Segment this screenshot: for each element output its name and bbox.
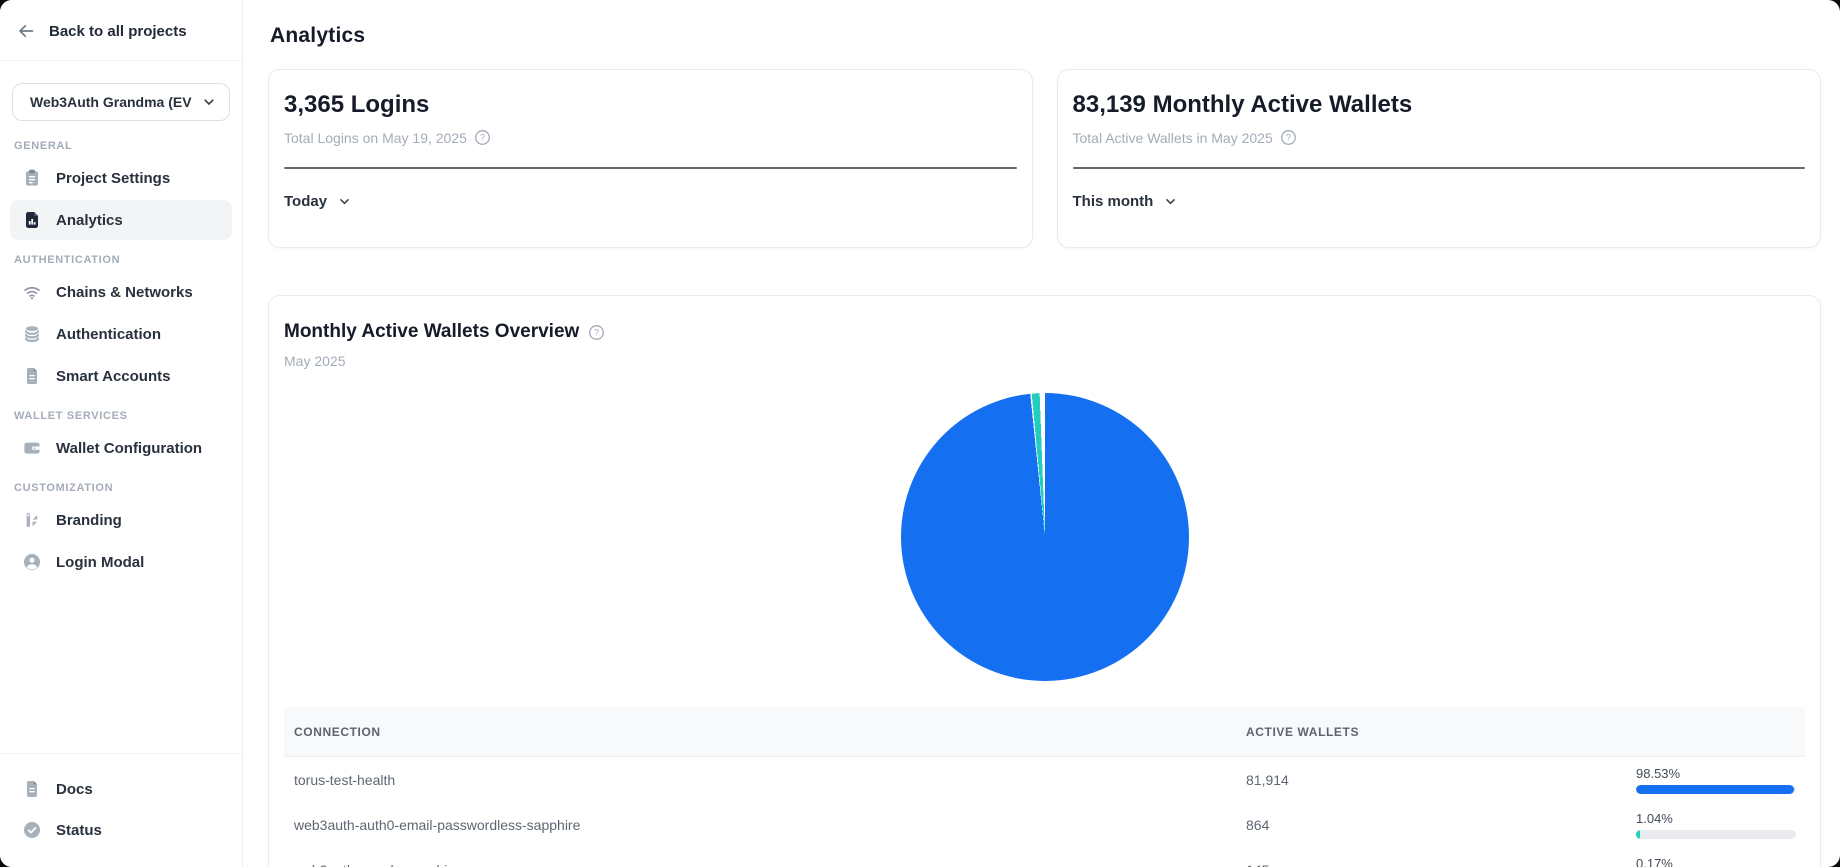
pie-chart <box>901 393 1189 681</box>
sidebar-item-label: Wallet Configuration <box>56 440 202 457</box>
database-icon <box>22 324 42 344</box>
table-row: web3auth-auth0-email-passwordless-sapphi… <box>284 802 1805 847</box>
sidebar-item-label: Docs <box>56 781 93 798</box>
sidebar-item-label: Smart Accounts <box>56 368 170 385</box>
back-arrow-icon <box>16 21 36 41</box>
app-window: Back to all projects Web3Auth Grandma (E… <box>0 0 1840 867</box>
sidebar-item-label: Analytics <box>56 212 123 229</box>
page-title: Analytics <box>270 24 1821 48</box>
wifi-icon <box>22 282 42 302</box>
stat-subtitle: Total Logins on May 19, 2025 <box>284 130 467 146</box>
range-label: Today <box>284 193 327 210</box>
user-circle-icon <box>22 552 42 572</box>
percent-label: 98.53% <box>1636 766 1805 781</box>
percent-label: 0.17% <box>1636 856 1805 867</box>
sidebar-item-branding[interactable]: Branding <box>10 500 232 540</box>
stat-title: 83,139 Monthly Active Wallets <box>1073 91 1806 119</box>
chevron-down-icon <box>1164 195 1177 208</box>
sidebar-item-chains-networks[interactable]: Chains & Networks <box>10 272 232 312</box>
percent-bar-track <box>1636 830 1796 839</box>
help-icon[interactable]: ? <box>1280 129 1297 146</box>
chevron-down-icon <box>338 195 351 208</box>
table-header-active-wallets: ACTIVE WALLETS <box>1236 725 1636 739</box>
svg-text:?: ? <box>480 133 485 143</box>
back-label: Back to all projects <box>49 23 187 40</box>
sidebar-item-label: Project Settings <box>56 170 170 187</box>
table-header-row: CONNECTION ACTIVE WALLETS <box>284 707 1805 757</box>
sidebar-item-label: Chains & Networks <box>56 284 193 301</box>
stat-card-monthly-active-wallets: 83,139 Monthly Active Wallets Total Acti… <box>1057 69 1822 248</box>
range-label: This month <box>1073 193 1154 210</box>
section-label-wallet-services: WALLET SERVICES <box>0 397 242 427</box>
table-row: torus-test-health 81,914 98.53% <box>284 757 1805 802</box>
sidebar: Back to all projects Web3Auth Grandma (E… <box>0 0 243 867</box>
percent-label: 1.04% <box>1636 811 1805 826</box>
sidebar-item-authentication[interactable]: Authentication <box>10 314 232 354</box>
sidebar-item-docs[interactable]: Docs <box>10 769 232 809</box>
connection-cell: web3auth-google-sapphire <box>284 862 1236 867</box>
active-wallets-cell: 81,914 <box>1236 772 1636 788</box>
stat-card-logins: 3,365 Logins Total Logins on May 19, 202… <box>268 69 1033 248</box>
sidebar-footer: Docs Status <box>0 753 242 867</box>
sidebar-item-login-modal[interactable]: Login Modal <box>10 542 232 582</box>
overview-subtitle: May 2025 <box>284 353 1805 369</box>
stat-title: 3,365 Logins <box>284 91 1017 119</box>
main-content: Analytics 3,365 Logins Total Logins on M… <box>243 0 1840 867</box>
stat-divider <box>1073 167 1806 169</box>
percent-bar-fill <box>1636 785 1794 794</box>
active-wallets-cell: 864 <box>1236 817 1636 833</box>
back-to-projects-link[interactable]: Back to all projects <box>0 0 242 61</box>
sidebar-item-analytics[interactable]: Analytics <box>10 200 232 240</box>
project-selector-value: Web3Auth Grandma (EV <box>30 94 192 110</box>
table-header-connection: CONNECTION <box>284 725 1236 739</box>
sidebar-item-smart-accounts[interactable]: Smart Accounts <box>10 356 232 396</box>
overview-card: Monthly Active Wallets Overview ? May 20… <box>268 295 1821 867</box>
branding-icon <box>22 510 42 530</box>
file-icon <box>22 366 42 386</box>
clipboard-icon <box>22 168 42 188</box>
overview-title: Monthly Active Wallets Overview <box>284 321 579 343</box>
sidebar-item-label: Authentication <box>56 326 161 343</box>
help-icon[interactable]: ? <box>474 129 491 146</box>
sidebar-item-status[interactable]: Status <box>10 810 232 850</box>
sidebar-item-project-settings[interactable]: Project Settings <box>10 158 232 198</box>
svg-text:?: ? <box>1286 133 1291 143</box>
help-icon[interactable]: ? <box>588 324 605 341</box>
stat-divider <box>284 167 1017 169</box>
chevron-down-icon <box>202 95 216 109</box>
wallet-icon <box>22 438 42 458</box>
check-circle-icon <box>22 820 42 840</box>
sidebar-item-wallet-configuration[interactable]: Wallet Configuration <box>10 428 232 468</box>
wallets-table: CONNECTION ACTIVE WALLETS torus-test-hea… <box>284 707 1805 867</box>
section-label-general: GENERAL <box>0 127 242 157</box>
connection-cell: web3auth-auth0-email-passwordless-sapphi… <box>284 817 1236 833</box>
sidebar-item-label: Status <box>56 822 102 839</box>
chart-file-icon <box>22 210 42 230</box>
range-dropdown-this-month[interactable]: This month <box>1073 193 1178 210</box>
sidebar-item-label: Login Modal <box>56 554 144 571</box>
section-label-authentication: AUTHENTICATION <box>0 241 242 271</box>
sidebar-item-label: Branding <box>56 512 122 529</box>
file-icon <box>22 779 42 799</box>
svg-text:?: ? <box>594 327 599 337</box>
percent-bar-track <box>1636 785 1796 794</box>
section-label-customization: CUSTOMIZATION <box>0 469 242 499</box>
range-dropdown-today[interactable]: Today <box>284 193 351 210</box>
stat-subtitle: Total Active Wallets in May 2025 <box>1073 130 1273 146</box>
percent-bar-fill <box>1636 830 1640 839</box>
project-selector[interactable]: Web3Auth Grandma (EV <box>12 83 230 121</box>
connection-cell: torus-test-health <box>284 772 1236 788</box>
active-wallets-cell: 145 <box>1236 862 1636 867</box>
stat-cards-row: 3,365 Logins Total Logins on May 19, 202… <box>268 69 1821 248</box>
table-row: web3auth-google-sapphire 145 0.17% <box>284 847 1805 867</box>
